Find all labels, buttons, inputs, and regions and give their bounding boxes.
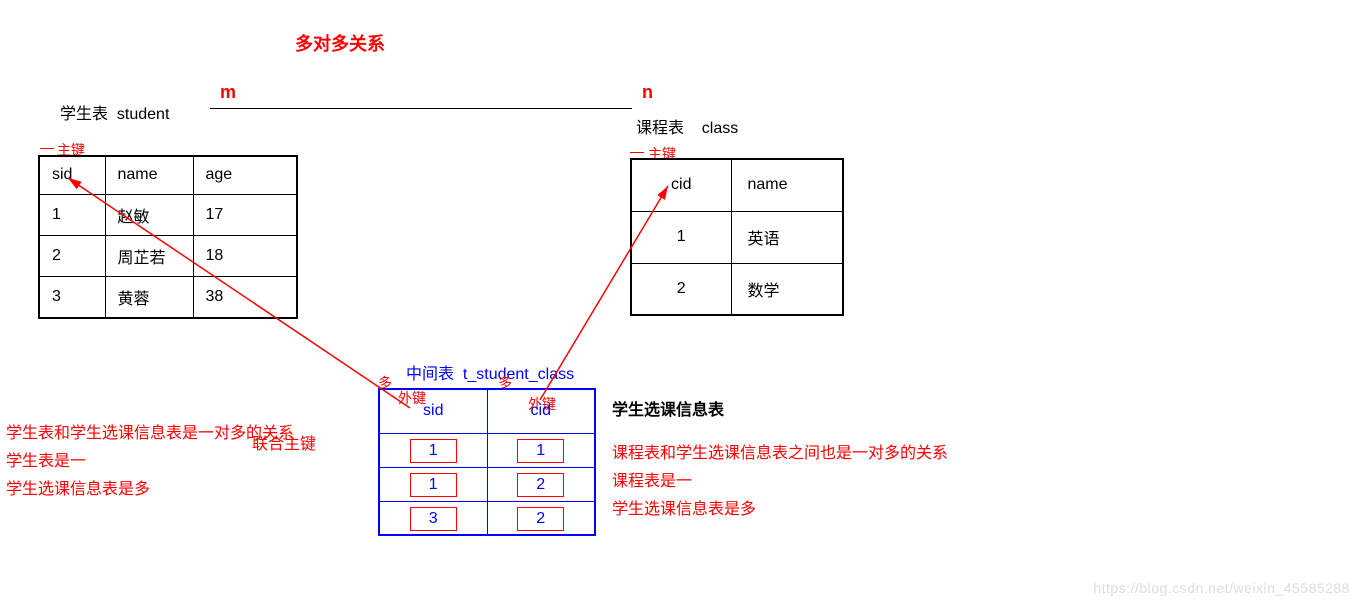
joint-pk-label: 联合主键 — [252, 430, 316, 454]
col-age: age — [193, 156, 297, 194]
left-note-2: 学生表是一 — [6, 448, 294, 476]
col-name: name — [731, 159, 843, 211]
table-row: 1 赵敏 17 — [39, 194, 297, 235]
col-cid: cid — [631, 159, 731, 211]
table-row: 2 数学 — [631, 263, 843, 315]
table-row: 3 黄蓉 38 — [39, 276, 297, 318]
student-pk-tick — [40, 148, 54, 149]
mn-connector — [210, 108, 632, 109]
student-table: sid name age 1 赵敏 17 2 周芷若 18 3 黄蓉 38 — [38, 155, 298, 319]
class-label-en: class — [702, 120, 738, 137]
col-sid: sid — [379, 389, 487, 433]
student-label-en: student — [117, 106, 169, 123]
table-row: 1 英语 — [631, 211, 843, 263]
student-table-label: 学生表 student — [60, 100, 169, 124]
n-cardinality: n — [642, 82, 653, 103]
student-label-cn: 学生表 — [60, 106, 108, 123]
col-sid: sid — [39, 156, 105, 194]
table-row: sid name age — [39, 156, 297, 194]
diagram-title: 多对多关系 — [295, 30, 385, 56]
m-cardinality: m — [220, 82, 236, 103]
class-table: cid name 1 英语 2 数学 — [630, 158, 844, 316]
mid-table: sid cid 1 1 1 2 3 2 — [378, 388, 596, 536]
right-note-2: 课程表是一 — [612, 468, 948, 496]
table-row: 1 2 — [379, 467, 595, 501]
right-notes: 课程表和学生选课信息表之间也是一对多的关系 课程表是一 学生选课信息表是多 — [612, 440, 948, 524]
mid-label-en: t_student_class — [463, 366, 574, 383]
table-row: 1 1 — [379, 433, 595, 467]
col-name: name — [105, 156, 193, 194]
right-note-3: 学生选课信息表是多 — [612, 496, 948, 524]
mid-table-label: 中间表 t_student_class — [406, 360, 574, 384]
mid-label-cn: 中间表 — [406, 366, 454, 383]
class-label-cn: 课程表 — [636, 120, 684, 137]
table-row: 3 2 — [379, 501, 595, 535]
table-row: cid name — [631, 159, 843, 211]
table-row: sid cid — [379, 389, 595, 433]
class-pk-tick — [630, 152, 644, 153]
mid-right-label: 学生选课信息表 — [612, 396, 724, 420]
table-row: 2 周芷若 18 — [39, 235, 297, 276]
left-note-3: 学生选课信息表是多 — [6, 476, 294, 504]
left-notes: 学生表和学生选课信息表是一对多的关系 学生表是一 学生选课信息表是多 — [6, 420, 294, 504]
right-note-1: 课程表和学生选课信息表之间也是一对多的关系 — [612, 440, 948, 468]
col-cid: cid — [487, 389, 595, 433]
watermark: https://blog.csdn.net/weixin_45585288 — [1093, 580, 1350, 596]
left-note-1: 学生表和学生选课信息表是一对多的关系 — [6, 420, 294, 448]
class-table-label: 课程表 class — [636, 114, 738, 138]
